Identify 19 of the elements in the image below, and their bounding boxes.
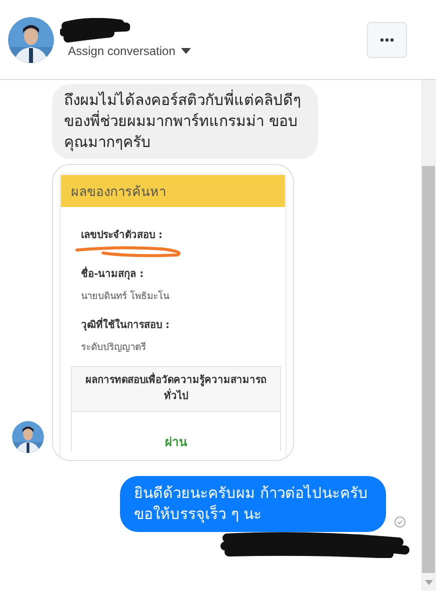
result-text: ผ่าน [164, 434, 188, 451]
scrollbar-thumb[interactable] [422, 166, 435, 573]
message-bubble: ถึงผมไม่ได้ลงคอร์สติวกับพี่แต่คลิปดีๆของพี่ช่วยผมมากพาร์ทแกรมม่า ขอบคุณมากๆครับ [52, 84, 318, 159]
field-label: ชื่อ-นามสกุล : [81, 266, 273, 281]
more-icon [380, 38, 394, 42]
field-value: ระดับปริญญาตรี [81, 341, 147, 354]
caret-icon [181, 48, 192, 54]
shared-screenshot[interactable]: ผลของการค้นหา เลขประจำตัวสอบ : ชื่อ-นามสกุล : นายบดินทร์ โพธิมะโน วุฒิที่ใช้ในการสอบ : ระดับปริญญาตรี ผลการทดสอบเพื่อวัดความรู้ความสามารถทั่วไป ผ่าน [52, 164, 294, 461]
field-label: วุฒิที่ใช้ในการสอบ : [81, 317, 273, 332]
field-label: เลขประจำตัวสอบ : [81, 228, 164, 242]
scrollbar[interactable] [421, 80, 436, 591]
assign-conversation-dropdown[interactable]: Assign conversation [68, 44, 367, 58]
more-options-button[interactable] [367, 22, 407, 58]
scroll-down-icon[interactable] [424, 580, 432, 585]
table-header: ผลการทดสอบเพื่อวัดความรู้ความสามารถทั่วไป [72, 367, 280, 412]
message-bubble: ยินดีด้วยนะครับผม ก้าวต่อไปนะครับ ขอให้บรรจุเร็ว ๆ นะ [120, 476, 386, 532]
document-title: ผลของการค้นหา [71, 184, 166, 202]
redaction-scribble [60, 18, 130, 44]
field-value: นายบดินทร์ โพธิมะโน [81, 289, 170, 303]
